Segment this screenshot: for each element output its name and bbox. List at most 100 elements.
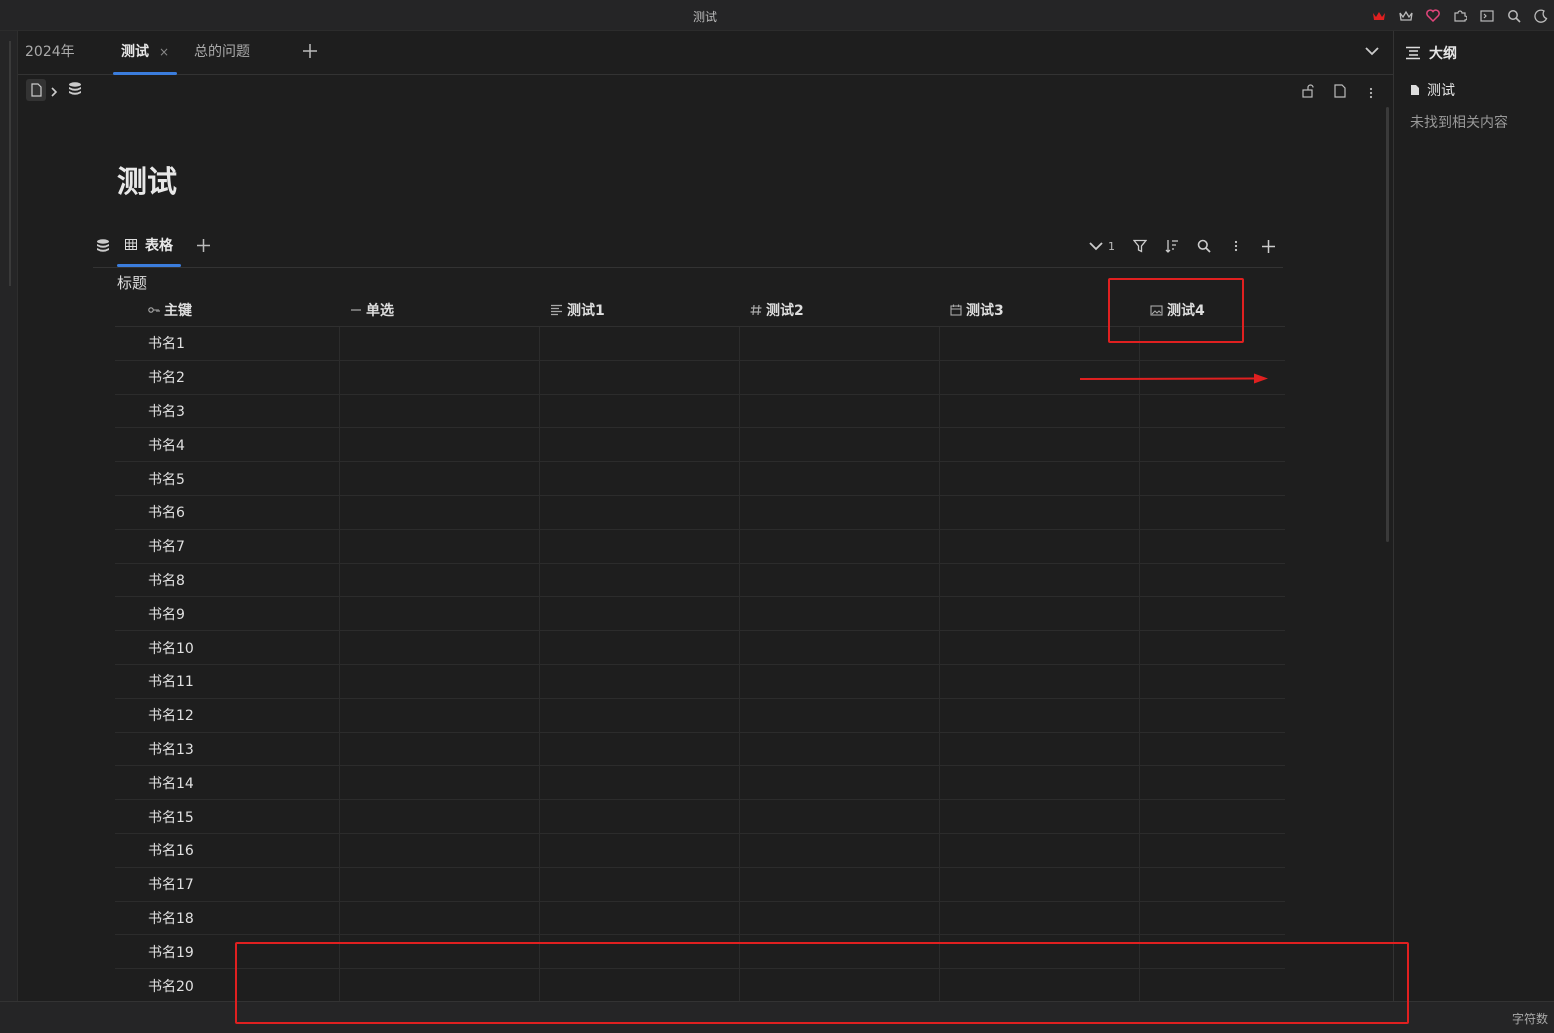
primary-key-cell[interactable]: 书名9: [115, 597, 340, 631]
table-row[interactable]: 书名11: [115, 664, 1285, 699]
table-cell[interactable]: [1140, 597, 1285, 630]
heart-icon[interactable]: [1423, 6, 1442, 25]
table-cell[interactable]: [540, 664, 740, 698]
table-cell[interactable]: [740, 462, 940, 495]
table-cell[interactable]: [1140, 462, 1285, 495]
table-cell[interactable]: [1140, 834, 1285, 867]
primary-key-cell[interactable]: 书名15: [115, 800, 340, 833]
table-row[interactable]: 书名15: [115, 800, 1285, 834]
table-cell[interactable]: [940, 597, 1140, 631]
database-icon[interactable]: [95, 238, 111, 258]
table-row[interactable]: 书名18: [115, 901, 1285, 936]
primary-key-cell[interactable]: 书名2: [115, 360, 340, 394]
table-cell[interactable]: [740, 766, 940, 800]
terminal-icon[interactable]: [1477, 6, 1496, 25]
primary-key-cell[interactable]: 书名3: [115, 394, 340, 428]
table-cell[interactable]: [540, 631, 740, 664]
table-cell[interactable]: [940, 462, 1140, 495]
moon-icon[interactable]: [1531, 6, 1550, 25]
table-cell[interactable]: [1140, 428, 1285, 461]
table-cell[interactable]: [940, 529, 1140, 563]
table-cell[interactable]: [540, 394, 740, 428]
table-cell[interactable]: [340, 867, 540, 901]
page-title[interactable]: 测试: [117, 157, 177, 201]
table-cell[interactable]: [740, 597, 940, 631]
column-header-single-select[interactable]: 单选: [340, 293, 540, 327]
primary-key-cell[interactable]: 书名14: [115, 766, 340, 800]
table-cell[interactable]: [340, 800, 540, 833]
table-row[interactable]: 书名7: [115, 529, 1285, 564]
table-cell[interactable]: [540, 360, 740, 394]
table-cell[interactable]: [540, 901, 740, 935]
table-cell[interactable]: [940, 394, 1140, 428]
file-icon[interactable]: [26, 79, 46, 101]
table-cell[interactable]: [540, 529, 740, 563]
table-cell[interactable]: [540, 867, 740, 901]
sort-icon[interactable]: [1161, 235, 1183, 257]
database-icon[interactable]: [67, 81, 83, 101]
table-cell[interactable]: [340, 732, 540, 766]
table-cell[interactable]: [540, 563, 740, 597]
table-cell[interactable]: [740, 360, 940, 394]
table-cell[interactable]: [340, 664, 540, 698]
table-cell[interactable]: [940, 800, 1140, 833]
table-cell[interactable]: [340, 327, 540, 360]
table-cell[interactable]: [940, 732, 1140, 766]
table-cell[interactable]: [740, 563, 940, 597]
unlock-icon[interactable]: [1301, 83, 1315, 102]
table-cell[interactable]: [940, 833, 1140, 867]
table-cell[interactable]: [740, 732, 940, 766]
close-icon[interactable]: ×: [159, 45, 169, 59]
column-header-test2[interactable]: 测试2: [740, 293, 940, 327]
table-cell[interactable]: [540, 462, 740, 495]
add-row-button[interactable]: [1257, 235, 1279, 257]
table-cell[interactable]: [940, 698, 1140, 732]
table-cell[interactable]: [540, 766, 740, 800]
tab-2024[interactable]: 2024年: [25, 31, 75, 74]
table-cell[interactable]: [740, 901, 940, 935]
table-cell[interactable]: [940, 867, 1140, 901]
table-cell[interactable]: [340, 462, 540, 495]
outline-item[interactable]: 测试: [1410, 80, 1455, 100]
table-row[interactable]: 书名8: [115, 563, 1285, 598]
table-cell[interactable]: [740, 631, 940, 664]
search-icon[interactable]: [1193, 235, 1215, 257]
table-cell[interactable]: [1140, 530, 1285, 563]
table-cell[interactable]: [540, 833, 740, 867]
table-cell[interactable]: [340, 360, 540, 394]
table-cell[interactable]: [340, 495, 540, 529]
table-row[interactable]: 书名13: [115, 732, 1285, 767]
primary-key-cell[interactable]: 书名1: [115, 327, 340, 360]
primary-key-cell[interactable]: 书名6: [115, 495, 340, 529]
table-row[interactable]: 书名17: [115, 867, 1285, 902]
view-tab-table[interactable]: 表格: [117, 233, 181, 267]
table-cell[interactable]: [1140, 800, 1285, 833]
document-icon[interactable]: [1334, 83, 1346, 102]
tab-test[interactable]: 测试 ×: [113, 31, 178, 75]
table-cell[interactable]: [940, 901, 1140, 935]
table-row[interactable]: 书名10: [115, 631, 1285, 665]
table-cell[interactable]: [340, 833, 540, 867]
table-row[interactable]: 书名14: [115, 766, 1285, 801]
add-view-button[interactable]: [196, 238, 211, 257]
table-cell[interactable]: [940, 631, 1140, 664]
table-cell[interactable]: [340, 394, 540, 428]
table-cell[interactable]: [740, 495, 940, 529]
crown-red-icon[interactable]: [1369, 6, 1388, 25]
table-cell[interactable]: [340, 698, 540, 732]
table-cell[interactable]: [740, 698, 940, 732]
table-cell[interactable]: [1140, 564, 1285, 597]
primary-key-cell[interactable]: 书名11: [115, 664, 340, 698]
table-cell[interactable]: [540, 495, 740, 529]
table-cell[interactable]: [1140, 699, 1285, 732]
table-cell[interactable]: [540, 698, 740, 732]
table-row[interactable]: 书名16: [115, 833, 1285, 868]
crown-icon[interactable]: [1396, 6, 1415, 25]
table-cell[interactable]: [740, 867, 940, 901]
table-cell[interactable]: [940, 766, 1140, 800]
more-icon[interactable]: [1369, 84, 1373, 103]
table-cell[interactable]: [740, 327, 940, 360]
table-cell[interactable]: [1140, 395, 1285, 428]
table-cell[interactable]: [1140, 733, 1285, 766]
column-header-primary-key[interactable]: 主键: [115, 293, 340, 327]
